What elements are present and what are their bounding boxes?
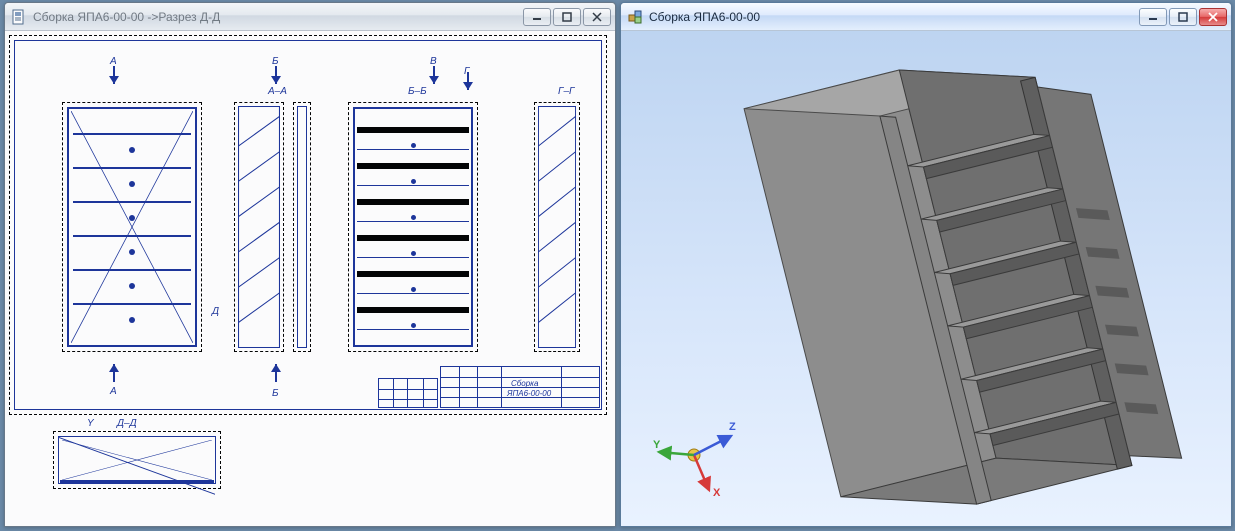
main-sheet: А А–А Б Б–Б В Г Г–Г [9, 35, 607, 415]
titleblock-name2: ЯПА6-00-00 [507, 389, 551, 398]
drawing-window: Сборка ЯПА6-00-00 ->Разрез Д-Д А А–А Б Б… [4, 2, 616, 527]
model-window-title: Сборка ЯПА6-00-00 [649, 10, 760, 24]
close-button[interactable] [1199, 8, 1227, 26]
section-label-a-bottom: А [110, 386, 117, 397]
section-label-d-right: Д [212, 306, 219, 317]
window-buttons [1139, 8, 1227, 26]
section-label-b-top: Б [272, 56, 279, 67]
section-arrow [464, 76, 472, 86]
section-label-g-top: Г [464, 66, 469, 77]
section-aa-view [234, 102, 284, 352]
section-bb-view [348, 102, 478, 352]
triad-x-label: X [713, 487, 721, 498]
section-label-a-top: А [110, 56, 117, 67]
triad-y-label: Y [653, 439, 661, 451]
aa-strip [293, 102, 311, 352]
titleblock-name1: Сборка [511, 379, 538, 388]
window-buttons [523, 8, 611, 26]
minimize-button[interactable] [1139, 8, 1167, 26]
section-label-y: Y [87, 418, 94, 429]
section-label-gg: Г–Г [558, 86, 574, 97]
drawing-sheet-icon [11, 9, 27, 25]
model-window-titlebar[interactable]: Сборка ЯПА6-00-00 [621, 3, 1231, 31]
viewport-3d[interactable]: X Y Z [621, 31, 1231, 526]
close-button[interactable] [583, 8, 611, 26]
drawing-area[interactable]: А А–А Б Б–Б В Г Г–Г [5, 31, 615, 526]
section-gg-view [534, 102, 580, 352]
assembly-icon [627, 9, 643, 25]
section-label-v-top: В [430, 56, 437, 67]
drawing-window-titlebar[interactable]: Сборка ЯПА6-00-00 ->Разрез Д-Д [5, 3, 615, 31]
minimize-button[interactable] [523, 8, 551, 26]
orientation-triad[interactable]: X Y Z [651, 412, 737, 498]
section-arrow [110, 70, 118, 80]
triad-z-label: Z [729, 421, 736, 433]
revision-table [378, 378, 438, 408]
section-arrow [110, 368, 118, 378]
section-arrow [430, 70, 438, 80]
section-label-bb: Б–Б [408, 86, 427, 97]
drawing-window-title: Сборка ЯПА6-00-00 ->Разрез Д-Д [33, 10, 220, 24]
section-dd-view [53, 431, 221, 489]
section-arrow [272, 70, 280, 80]
section-arrow [272, 368, 280, 378]
title-block: Сборка ЯПА6-00-00 [440, 366, 600, 408]
section-label-dd: Д–Д [117, 418, 137, 429]
section-label-aa: А–А [268, 86, 287, 97]
front-view [62, 102, 202, 352]
maximize-button[interactable] [553, 8, 581, 26]
section-label-b-bottom: Б [272, 388, 279, 399]
maximize-button[interactable] [1169, 8, 1197, 26]
model-window: Сборка ЯПА6-00-00 [620, 2, 1232, 527]
